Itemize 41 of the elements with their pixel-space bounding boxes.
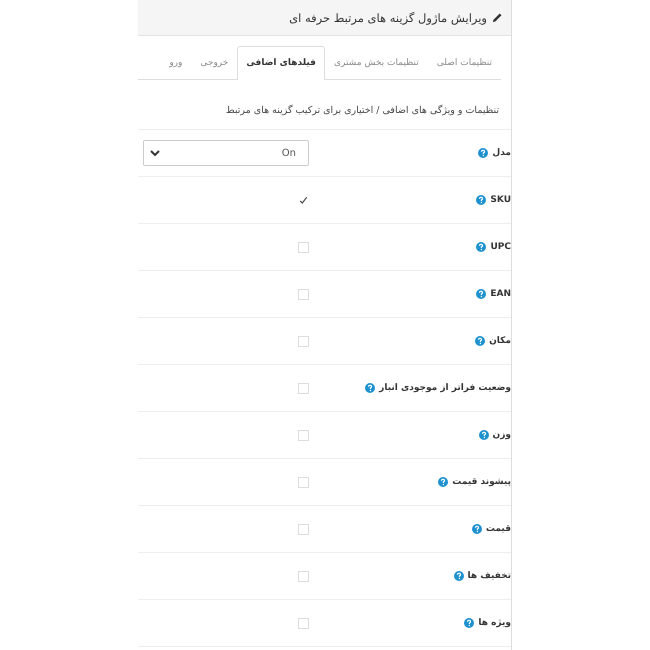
help-icon[interactable] <box>464 618 474 628</box>
checkbox[interactable] <box>298 382 309 394</box>
checkbox[interactable] <box>298 336 309 346</box>
panel-title: ویرایش ماژول گزینه های مرتبط حرفه ای <box>289 10 487 24</box>
field-label: SKU <box>490 195 511 205</box>
field-label: EAN <box>490 289 511 299</box>
tab[interactable]: فیلدهای اضافی <box>237 46 325 80</box>
help-icon[interactable] <box>478 148 488 158</box>
pencil-icon <box>492 12 503 23</box>
checkbox[interactable] <box>298 524 309 534</box>
tab[interactable]: تنظیمات بخش مشتری <box>324 46 428 79</box>
dropdown-select[interactable]: On <box>143 140 309 166</box>
tab[interactable]: ورو <box>160 46 192 79</box>
field-label: وزن <box>492 430 511 440</box>
help-icon[interactable] <box>478 430 489 440</box>
checkbox[interactable] <box>298 242 309 252</box>
help-icon[interactable] <box>476 195 486 205</box>
section-description: تنظیمات و ویژگی های اضافی / اختیاری برای ترکیب گزینه های مرتبط <box>224 105 499 118</box>
field-label: ویژه ها <box>478 618 511 628</box>
tab[interactable]: خروجی <box>191 46 238 79</box>
help-icon[interactable] <box>438 477 448 487</box>
checkbox[interactable] <box>298 288 309 300</box>
field-label: وضعیت فراتر از موجودی انبار <box>379 383 511 393</box>
checkbox[interactable] <box>298 570 309 582</box>
help-icon[interactable] <box>365 383 376 393</box>
field-label: قیمت <box>486 524 511 534</box>
chevron-down-icon <box>150 150 160 156</box>
help-icon[interactable] <box>475 336 486 346</box>
help-icon[interactable] <box>476 289 486 299</box>
checkbox[interactable] <box>298 430 309 440</box>
field-label: پیشوند قیمت <box>452 477 511 487</box>
help-icon[interactable] <box>472 524 482 534</box>
checkbox[interactable] <box>298 476 309 488</box>
help-icon[interactable] <box>454 571 464 581</box>
field-label: تخفیف ها <box>468 571 511 581</box>
field-label: مدل <box>492 148 511 158</box>
help-icon[interactable] <box>476 242 486 252</box>
field-label: UPC <box>490 242 511 252</box>
checkbox[interactable] <box>298 618 309 628</box>
tab[interactable]: تنظیمات اصلی <box>428 46 501 79</box>
field-label: مکان <box>489 336 511 346</box>
